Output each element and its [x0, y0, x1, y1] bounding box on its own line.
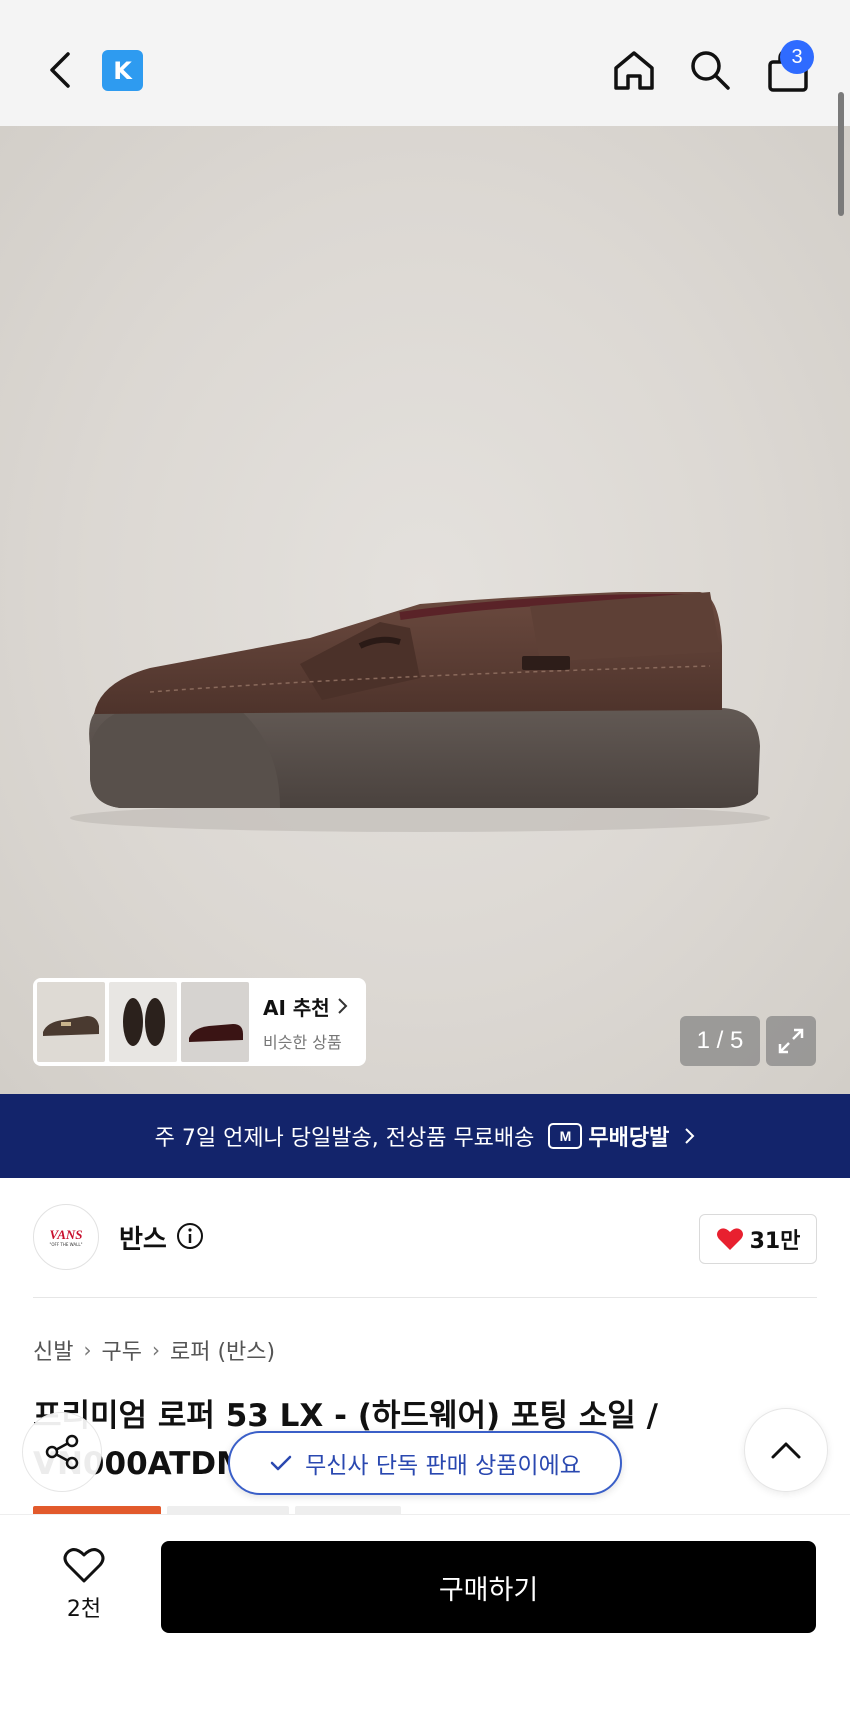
ai-recommendation-subtitle: 비슷한 상품 — [263, 1032, 342, 1052]
back-button[interactable] — [36, 40, 84, 100]
chevron-right-icon: › — [83, 1338, 92, 1362]
home-icon — [614, 51, 654, 90]
exclusive-product-pill[interactable]: 무신사 단독 판매 상품이에요 — [228, 1431, 622, 1495]
share-icon — [45, 1434, 79, 1470]
info-icon[interactable] — [176, 1222, 204, 1250]
home-button[interactable] — [606, 42, 662, 98]
brand-logo[interactable]: VANS "OFF THE WALL" — [33, 1204, 99, 1270]
product-image-carousel[interactable]: AI 추천 비슷한 상품 1 / 5 — [0, 126, 850, 1094]
recommendation-thumbnail[interactable] — [37, 982, 105, 1062]
buy-button[interactable]: 구매하기 — [161, 1541, 816, 1633]
breadcrumb-item[interactable]: 신발 — [33, 1334, 73, 1366]
chevron-right-icon — [337, 998, 348, 1014]
brand-name[interactable]: 반스 — [119, 1219, 167, 1256]
brand-logo-tagline: "OFF THE WALL" — [49, 1241, 83, 1247]
check-icon — [270, 1455, 292, 1471]
breadcrumb-item[interactable]: 로퍼 (반스) — [170, 1334, 275, 1366]
brand-logo-text: VANS — [49, 1226, 83, 1242]
product-image — [70, 592, 770, 832]
top-header: K 3 — [0, 0, 850, 126]
recommendation-thumbnail[interactable] — [109, 982, 177, 1062]
breadcrumb: 신발 › 구두 › 로퍼 (반스) — [33, 1334, 275, 1366]
scroll-to-top-button[interactable] — [744, 1408, 828, 1492]
wishlist-count: 2천 — [66, 1597, 102, 1622]
app-logo[interactable]: K — [102, 50, 143, 91]
delivery-banner-text: 주 7일 언제나 당일발송, 전상품 무료배송 — [154, 1126, 535, 1151]
divider — [33, 1297, 817, 1298]
image-pager: 1 / 5 — [680, 1016, 760, 1066]
search-icon — [691, 51, 730, 90]
heart-filled-icon — [716, 1228, 743, 1250]
heart-outline-icon — [63, 1548, 105, 1583]
chevron-up-icon — [771, 1442, 801, 1459]
chevron-right-icon — [685, 1128, 695, 1144]
exclusive-product-text: 무신사 단독 판매 상품이에요 — [305, 1453, 581, 1479]
delivery-brand-label: 무배당발 — [588, 1126, 670, 1151]
share-button[interactable] — [22, 1412, 102, 1492]
expand-icon — [778, 1028, 804, 1054]
delivery-banner[interactable]: 주 7일 언제나 당일발송, 전상품 무료배송 M 무배당발 — [0, 1094, 850, 1178]
brand-row: VANS "OFF THE WALL" 반스 31만 — [33, 1204, 817, 1270]
brand-like-button[interactable]: 31만 — [699, 1214, 817, 1264]
delivery-truck-icon: M — [548, 1123, 583, 1149]
chevron-right-icon: › — [151, 1338, 160, 1362]
recommendation-thumbnail[interactable] — [181, 982, 249, 1062]
cart-count-badge: 3 — [780, 40, 814, 74]
chevron-left-icon — [50, 52, 70, 88]
wishlist-button[interactable]: 2천 — [40, 1545, 128, 1645]
breadcrumb-item[interactable]: 구두 — [101, 1334, 141, 1366]
expand-image-button[interactable] — [766, 1016, 816, 1066]
ai-recommendation-title: AI 추천 — [263, 995, 330, 1020]
search-button[interactable] — [682, 42, 738, 98]
brand-like-count: 31만 — [749, 1229, 801, 1254]
ai-recommendation-card[interactable]: AI 추천 비슷한 상품 — [33, 978, 366, 1066]
page-scrollbar[interactable] — [838, 92, 844, 216]
bottom-action-bar: 2천 구매하기 — [0, 1514, 850, 1732]
